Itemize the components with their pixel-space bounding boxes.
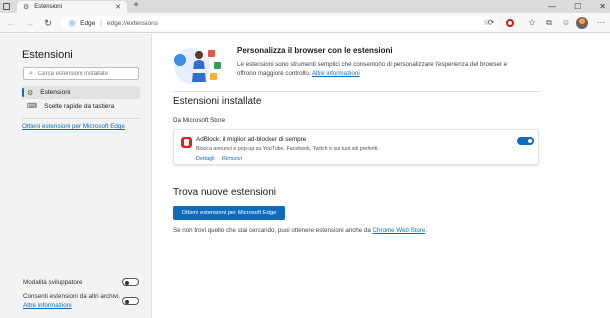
extension-enable-toggle[interactable] <box>517 137 534 145</box>
window-controls: — ☐ ✕ <box>548 0 606 13</box>
extensions-tab-icon: ⚙ <box>23 4 30 11</box>
sidebar-more-info-link[interactable]: Altre informazioni <box>23 302 72 309</box>
sidebar-item-keyboard-shortcuts[interactable]: ⌨ Scelte rapide da tastiera <box>22 100 140 112</box>
extensions-icon: ⚙ <box>27 89 34 97</box>
sidebar-title: Estensioni <box>22 49 73 61</box>
extension-remove-link[interactable]: Rimuovi <box>222 156 242 162</box>
hero-illustration <box>174 48 221 84</box>
profile-sync-icon[interactable]: ☺ <box>561 18 571 28</box>
hero-more-info-link[interactable]: Altre informazioni <box>312 70 360 77</box>
tab-close-icon[interactable]: ✕ <box>115 3 121 11</box>
find-description: Se non trovi quello che stai cercando, p… <box>173 227 427 234</box>
extension-details-link[interactable]: Dettagli <box>196 156 215 162</box>
find-description-text: Se non trovi quello che stai cercando, p… <box>173 227 371 234</box>
minimize-button[interactable]: — <box>548 2 556 11</box>
sidebar-divider <box>22 118 140 119</box>
tab-title: Estensioni <box>34 4 62 10</box>
extension-description: Blocca annunci e pop-up su YouTube, Face… <box>196 146 379 152</box>
developer-mode-toggle[interactable] <box>122 278 139 286</box>
selected-indicator <box>22 88 24 97</box>
opera-extension-icon[interactable] <box>506 19 514 27</box>
hero-title: Personalizza il browser con le estension… <box>237 46 393 55</box>
new-tab-button[interactable]: + <box>131 0 141 12</box>
chrome-web-store-link[interactable]: Chrome Web Store <box>373 227 426 234</box>
tab-extensions[interactable]: ⚙ Estensioni ✕ <box>17 1 127 13</box>
extension-name: AdBlock: il miglior ad-blocker di sempre <box>196 136 307 143</box>
sidebar-item-label: Estensioni <box>40 89 71 96</box>
adblock-logo-icon <box>181 137 192 148</box>
more-menu-icon[interactable]: ⋯ <box>596 18 606 28</box>
sidebar-store-link[interactable]: Ottieni estensioni per Microsoft Edge <box>22 123 125 130</box>
sidebar-item-label: Scelte rapide da tastiera <box>44 102 115 110</box>
installed-extensions-heading: Estensioni installate <box>173 96 262 107</box>
avatar[interactable] <box>576 17 588 29</box>
maximize-button[interactable]: ☐ <box>574 2 581 11</box>
search-input[interactable] <box>37 70 133 77</box>
keyboard-icon: ⌨ <box>27 103 38 110</box>
read-aloud-icon[interactable]: ⟳ <box>486 18 496 28</box>
get-extensions-button[interactable]: Ottieni estensioni per Microsoft Edge <box>173 206 285 220</box>
find-extensions-heading: Trova nuove estensioni <box>173 187 277 198</box>
sidebar-item-extensions[interactable]: ⚙ Estensioni <box>22 86 140 99</box>
site-label: Edge <box>80 19 96 27</box>
url-separator: | <box>100 19 102 27</box>
favorites-bar-icon[interactable]: ✩ <box>527 18 537 28</box>
other-stores-label: Consenti estensioni da altri archivi. <box>23 293 121 300</box>
extension-card-adblock: AdBlock: il miglior ad-blocker di sempre… <box>173 129 539 165</box>
developer-mode-label: Modalità sviluppatore <box>23 279 83 286</box>
url-text: edge://extensions <box>107 19 158 27</box>
hero-description: Le estensioni sono strumenti semplici ch… <box>237 60 519 78</box>
address-bar[interactable]: ◎ Edge | edge://extensions ☆ <box>61 16 498 30</box>
forward-icon[interactable]: → <box>24 17 36 29</box>
refresh-icon[interactable]: ↻ <box>42 17 54 29</box>
find-description-end: . <box>425 227 428 234</box>
main-divider <box>173 91 540 92</box>
toolbar: ← → ↻ ◎ Edge | edge://extensions ☆ ⟳ ✩ ⧉… <box>0 13 610 33</box>
close-window-button[interactable]: ✕ <box>599 2 606 11</box>
search-icon: ⌕ <box>29 69 33 77</box>
edge-logo-icon: ◎ <box>69 20 76 27</box>
store-source-label: Da Microsoft Store <box>173 117 226 124</box>
hero-description-text: Le estensioni sono strumenti semplici ch… <box>237 61 508 77</box>
other-stores-toggle[interactable] <box>122 297 139 305</box>
back-icon[interactable]: ← <box>5 17 17 29</box>
vertical-tabs-icon[interactable] <box>3 3 10 10</box>
search-box[interactable]: ⌕ <box>23 67 139 80</box>
collections-icon[interactable]: ⧉ <box>544 18 554 28</box>
